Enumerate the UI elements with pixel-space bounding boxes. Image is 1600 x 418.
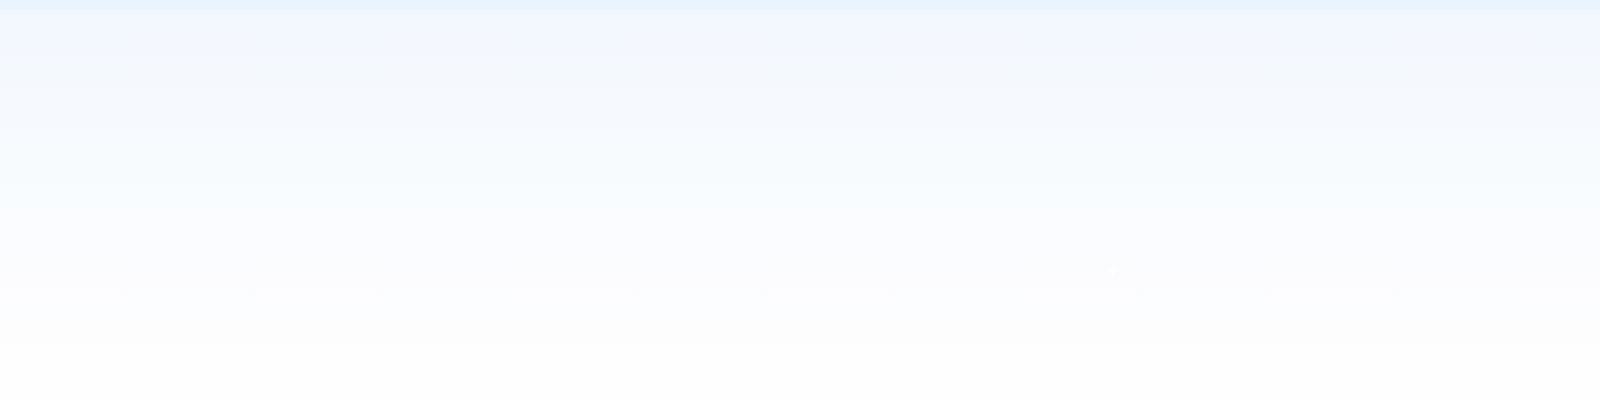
sparkle-icon: [1106, 264, 1120, 278]
page-background: [0, 0, 1600, 418]
top-strip: [0, 0, 1600, 10]
